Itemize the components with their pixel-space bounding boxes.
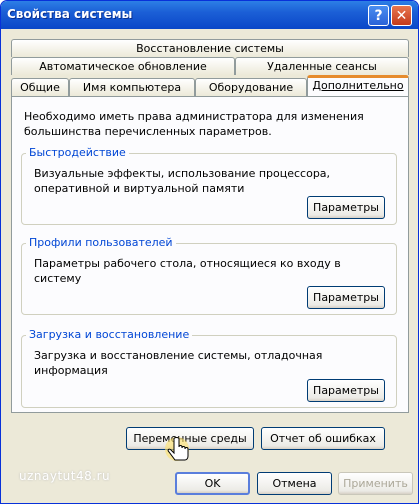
hand-cursor-icon <box>165 437 189 461</box>
startup-recovery-settings-button[interactable]: Параметры <box>307 379 385 402</box>
error-reporting-button[interactable]: Отчет об ошибках <box>261 427 385 450</box>
tab-row-2: Автоматическое обновление Удаленные сеан… <box>11 57 409 75</box>
tab-automatic-updates[interactable]: Автоматическое обновление <box>11 57 235 75</box>
system-properties-window: Свойства системы ? ✕ Восстановление сист… <box>0 0 419 504</box>
user-profiles-group-title: Профили пользователей <box>26 236 176 249</box>
tab-system-restore[interactable]: Восстановление системы <box>11 39 409 57</box>
performance-group-title: Быстродействие <box>26 146 129 159</box>
close-icon: ✕ <box>395 8 408 24</box>
startup-recovery-group-title: Загрузка и восстановление <box>26 328 193 341</box>
user-profiles-description: Параметры рабочего стола, относящиеся ко… <box>34 257 341 285</box>
ok-button[interactable]: OK <box>175 472 250 495</box>
site-watermark: uznaytut48.ru <box>19 469 111 483</box>
performance-settings-button[interactable]: Параметры <box>307 196 385 219</box>
performance-description: Визуальные эффекты, использование процес… <box>34 167 331 195</box>
tab-row-1: Восстановление системы <box>11 39 409 57</box>
help-icon: ? <box>374 8 383 24</box>
user-profiles-group: Профили пользователей Параметры рабочего… <box>21 236 397 315</box>
user-profiles-settings-button[interactable]: Параметры <box>307 286 385 309</box>
admin-rights-notice: Необходимо иметь права администратора дл… <box>24 110 364 138</box>
apply-button: Применить <box>338 472 413 495</box>
tab-computer-name[interactable]: Имя компьютера <box>69 78 195 96</box>
startup-recovery-description: Загрузка и восстановление системы, отлад… <box>34 349 323 377</box>
startup-recovery-group: Загрузка и восстановление Загрузка и вос… <box>21 328 397 408</box>
tab-hardware[interactable]: Оборудование <box>195 78 307 96</box>
advanced-tab-panel: Необходимо иметь права администратора дл… <box>11 96 409 413</box>
close-button[interactable]: ✕ <box>391 5 412 26</box>
tab-remote-sessions[interactable]: Удаленные сеансы <box>235 57 409 75</box>
title-bar[interactable]: Свойства системы ? ✕ <box>1 1 418 29</box>
tab-general[interactable]: Общие <box>11 78 69 96</box>
cancel-button[interactable]: Отмена <box>257 472 332 495</box>
window-title: Свойства системы <box>7 7 133 21</box>
help-button[interactable]: ? <box>368 5 389 26</box>
tab-advanced[interactable]: Дополнительно <box>307 75 409 96</box>
tab-row-3: Общие Имя компьютера Оборудование Дополн… <box>11 75 409 96</box>
performance-group: Быстродействие Визуальные эффекты, испол… <box>21 146 397 225</box>
